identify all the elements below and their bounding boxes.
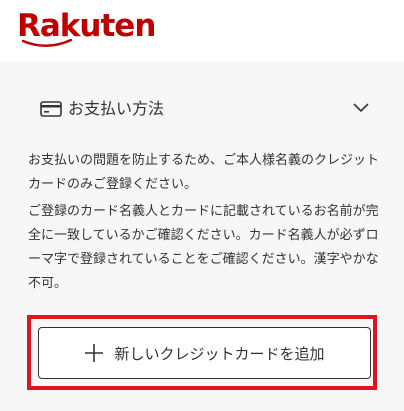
logo-swoosh-icon bbox=[22, 39, 72, 47]
add-credit-card-label: 新しいクレジットカードを追加 bbox=[114, 344, 325, 363]
header: Rakuten bbox=[0, 0, 404, 61]
payment-method-title: お支払い方法 bbox=[68, 99, 165, 118]
payment-method-header[interactable]: お支払い方法 bbox=[40, 95, 370, 123]
payment-panel: お支払い方法 お支払いの問題を防止するため、ご本人様名義のクレジットカードのみご… bbox=[0, 61, 404, 411]
chevron-down-icon[interactable] bbox=[352, 101, 370, 115]
credit-card-icon bbox=[40, 101, 62, 117]
plus-icon bbox=[85, 344, 104, 362]
payment-notice-1: お支払いの問題を防止するため、ご本人様名義のクレジットカードのみご登録ください。 bbox=[28, 153, 380, 192]
add-credit-card-button[interactable]: 新しいクレジットカードを追加 bbox=[38, 327, 371, 379]
payment-notice-2: ご登録のカード名義人とカードに記載されているお名前が完全に一致しているかご確認く… bbox=[28, 204, 379, 291]
